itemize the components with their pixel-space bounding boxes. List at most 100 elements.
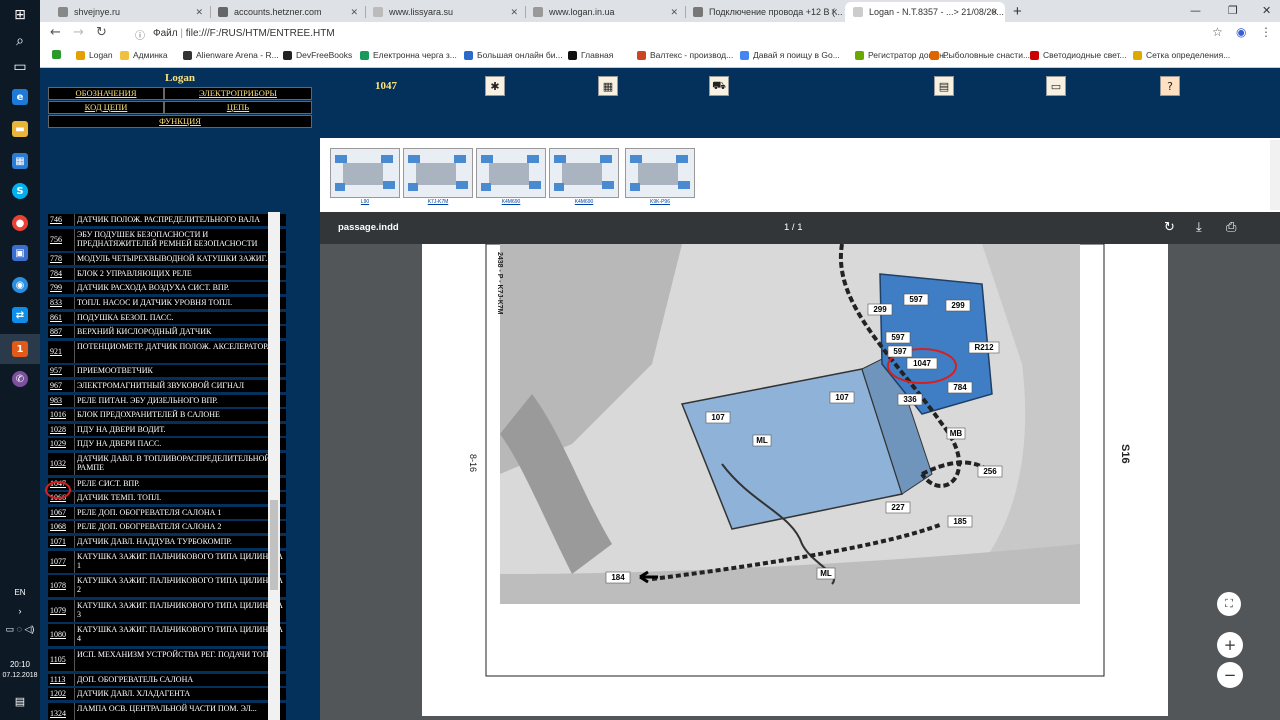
component-row[interactable]: 1032 ДАТЧИК ДАВЛ. В ТОПЛИВОРАСПРЕДЕЛИТЕЛЬ… xyxy=(48,453,286,475)
nav-circuit-link[interactable]: ЦЕПЬ xyxy=(164,101,312,114)
tab-logan-in-ua[interactable]: www.logan.in.ua ✕ xyxy=(525,2,685,22)
component-code-link[interactable]: 1078 xyxy=(48,581,74,590)
skype-icon[interactable]: S xyxy=(0,176,40,206)
list-scrollbar[interactable] xyxy=(268,212,280,720)
bookmark-item[interactable]: Давай я поищу в Go... xyxy=(740,50,840,60)
bookmark-item[interactable]: Logan xyxy=(76,50,113,60)
location-thumbnail[interactable] xyxy=(403,148,473,198)
component-code-link[interactable]: 1202 xyxy=(48,689,74,698)
nav-devices-link[interactable]: ЭЛЕКТРОПРИБОРЫ xyxy=(164,87,312,100)
network-app-icon[interactable]: ▣ xyxy=(0,238,40,268)
component-row[interactable]: 1071 ДАТЧИК ДАВЛ. НАДДУВА ТУРБОКОМПР. xyxy=(48,536,286,548)
component-code-link[interactable]: 756 xyxy=(48,235,74,244)
tab-logan-active[interactable]: Logan - N.T.8357 - ...> 21/08/20... ✕ xyxy=(845,2,1005,22)
component-code-link[interactable]: 1028 xyxy=(48,425,74,434)
bookmark-item[interactable]: Alienware Arena - R... xyxy=(183,50,279,60)
close-tab-icon[interactable]: ✕ xyxy=(510,7,518,18)
component-row[interactable]: 957 ПРИЕМООТВЕТЧИК xyxy=(48,365,286,378)
component-code-link[interactable]: 1105 xyxy=(48,655,74,664)
close-tab-icon[interactable]: ✕ xyxy=(195,7,203,18)
tab-lissyara[interactable]: www.lissyara.su ✕ xyxy=(365,2,525,22)
bookmark-item[interactable]: Рыболовные снасти... xyxy=(930,50,1030,60)
component-row[interactable]: 1113 ДОП. ОБОГРЕВАТЕЛЬ САЛОНА xyxy=(48,673,286,686)
download-icon[interactable]: ⤓ xyxy=(1196,220,1202,235)
component-row[interactable]: 784 БЛОК 2 УПРАВЛЯЮЩИХ РЕЛЕ xyxy=(48,267,286,280)
location-thumbnail[interactable] xyxy=(549,148,619,198)
location-thumbnail[interactable] xyxy=(476,148,546,198)
close-tab-icon[interactable]: ✕ xyxy=(670,7,678,18)
viber-icon[interactable]: ✆ xyxy=(0,364,40,394)
tab-podklyuchenie[interactable]: Подключение провода +12 В (... ✕ xyxy=(685,2,845,22)
thumbnail-label[interactable]: K4M690 xyxy=(476,199,546,205)
book-icon[interactable]: ▤ xyxy=(934,76,954,96)
chrome-icon[interactable]: ● xyxy=(0,208,40,238)
print-icon[interactable]: ⎙ xyxy=(1226,220,1236,235)
chevron-up-icon[interactable]: › xyxy=(0,606,40,616)
task-view-icon[interactable]: ▭ xyxy=(0,52,40,82)
component-code-link[interactable]: 1029 xyxy=(48,439,74,448)
profile-avatar[interactable]: ◉ xyxy=(1236,25,1246,39)
thumbnail-scrollbar[interactable] xyxy=(1270,140,1280,210)
tray-icons[interactable]: ▭ ◌ ◁) xyxy=(0,624,40,635)
location-thumbnail[interactable] xyxy=(625,148,695,198)
bookmark-item[interactable]: Большая онлайн би... xyxy=(464,50,563,60)
thumbnail-label[interactable]: L90 xyxy=(330,199,400,205)
component-row[interactable]: 1016 БЛОК ПРЕДОХРАНИТЕЛЕЙ В САЛОНЕ xyxy=(48,409,286,422)
component-code-link[interactable]: 784 xyxy=(48,269,74,278)
thumbnail-label[interactable]: K7J-K7M xyxy=(403,199,473,205)
teamviewer-icon[interactable]: ⇄ xyxy=(0,300,40,330)
zoom-in-button[interactable]: + xyxy=(1217,632,1243,658)
component-row[interactable]: 1029 ПДУ НА ДВЕРИ ПАСС. xyxy=(48,438,286,451)
component-code-link[interactable]: 921 xyxy=(48,347,74,356)
reload-button[interactable]: ↻ xyxy=(96,25,107,40)
new-tab-button[interactable]: + xyxy=(1013,3,1022,20)
component-code-link[interactable]: 1080 xyxy=(48,630,74,639)
thumbnail-label[interactable]: K4M690 xyxy=(549,199,619,205)
close-window-button[interactable]: ✕ xyxy=(1262,4,1271,17)
component-row[interactable]: 967 ЭЛЕКТРОМАГНИТНЫЙ ЗВУКОВОЙ СИГНАЛ xyxy=(48,380,286,392)
component-code-link[interactable]: 1324 xyxy=(48,709,74,718)
component-code-link[interactable]: 833 xyxy=(48,298,74,307)
component-code-link[interactable]: 1077 xyxy=(48,557,74,566)
nav-designations-link[interactable]: ОБОЗНАЧЕНИЯ xyxy=(48,87,164,100)
component-row[interactable]: 1080 КАТУШКА ЗАЖИГ. ПАЛЬЧИКОВОГО ТИПА ЦИЛ… xyxy=(48,624,286,647)
forward-button[interactable]: → xyxy=(73,25,84,40)
browser-app-icon[interactable]: ◉ xyxy=(0,270,40,300)
location-thumbnail[interactable] xyxy=(330,148,400,198)
clock-date[interactable]: 07.12.2018 xyxy=(0,672,40,679)
component-code-link[interactable]: 967 xyxy=(48,381,74,390)
bookmark-item[interactable]: Светодиодные свет... xyxy=(1030,50,1127,60)
language-indicator[interactable]: EN xyxy=(0,588,40,597)
component-code-link[interactable]: 1068 xyxy=(48,522,74,531)
notification-app-icon[interactable]: 1 xyxy=(0,334,40,364)
zoom-out-button[interactable]: − xyxy=(1217,662,1243,688)
component-code-link[interactable]: 1071 xyxy=(48,537,74,546)
bookmark-item[interactable]: Главная xyxy=(568,50,613,60)
close-tab-icon[interactable]: ✕ xyxy=(990,7,998,18)
fit-page-button[interactable]: ⛶ xyxy=(1217,592,1241,616)
close-tab-icon[interactable]: ✕ xyxy=(830,7,838,18)
thumbnail-label[interactable]: K9K-P96 xyxy=(625,199,695,205)
list-scrollbar-thumb[interactable] xyxy=(270,500,278,590)
component-code-link[interactable]: 983 xyxy=(48,396,74,405)
component-code-link[interactable]: 1032 xyxy=(48,459,74,468)
nav-function-link[interactable]: ФУНКЦИЯ xyxy=(48,115,312,128)
harness-icon[interactable]: ✱ xyxy=(485,76,505,96)
component-code-link[interactable]: 887 xyxy=(48,327,74,336)
component-row[interactable]: 799 ДАТЧИК РАСХОДА ВОЗДУХА СИСТ. ВПР. xyxy=(48,282,286,295)
component-code-link[interactable]: 861 xyxy=(48,313,74,322)
component-row[interactable]: 746 ДАТЧИК ПОЛОЖ. РАСПРЕДЕЛИТЕЛЬНОГО ВАЛА xyxy=(48,214,286,226)
component-row[interactable]: 921 ПОТЕНЦИОМЕТР. ДАТЧИК ПОЛОЖ. АКСЕЛЕРАТ… xyxy=(48,340,286,363)
component-row[interactable]: 756 ЭБУ ПОДУШЕК БЕЗОПАСНОСТИ И ПРЕДНАТЯЖИ… xyxy=(48,228,286,251)
vehicle-icon[interactable]: ⛟ xyxy=(709,76,729,96)
action-center-icon[interactable]: ▤ xyxy=(0,695,40,708)
component-row[interactable]: 983 РЕЛЕ ПИТАН. ЭБУ ДИЗЕЛЬНОГО ВПР. xyxy=(48,394,286,407)
component-row[interactable]: 1077 КАТУШКА ЗАЖИГ. ПАЛЬЧИКОВОГО ТИПА ЦИЛ… xyxy=(48,550,286,573)
file-explorer-icon[interactable]: ▬ xyxy=(0,114,40,144)
store-icon[interactable]: ▦ xyxy=(0,146,40,176)
close-tab-icon[interactable]: ✕ xyxy=(350,7,358,18)
restore-button[interactable]: ❐ xyxy=(1228,4,1238,17)
help-icon[interactable]: ? xyxy=(1160,76,1180,96)
component-row[interactable]: 833 ТОПЛ. НАСОС И ДАТЧИК УРОВНЯ ТОПЛ. xyxy=(48,297,286,309)
component-row[interactable]: 778 МОДУЛЬ ЧЕТЫРЕХВЫВОДНОЙ КАТУШКИ ЗАЖИГ. xyxy=(48,253,286,266)
